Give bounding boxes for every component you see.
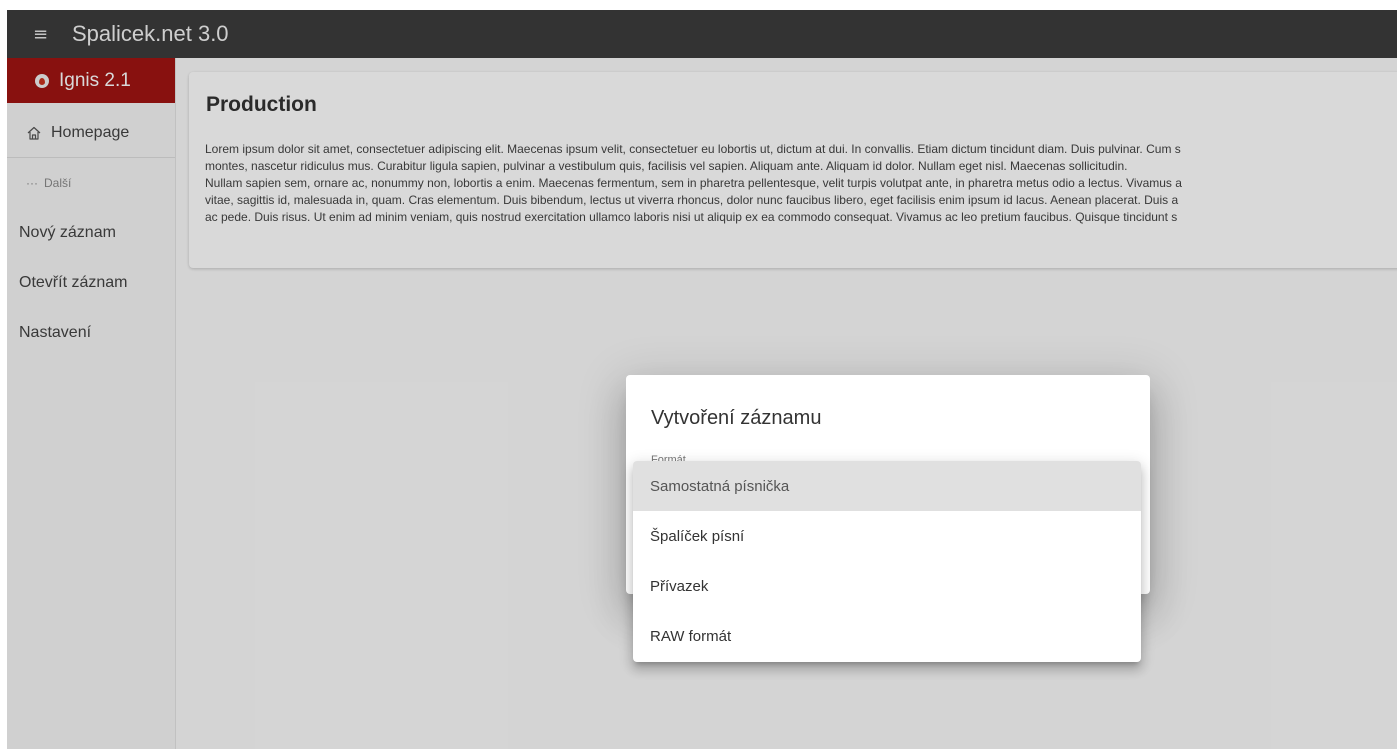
option-song-collection[interactable]: Špalíček písní: [633, 511, 1141, 561]
option-label: Špalíček písní: [650, 527, 745, 545]
option-attachment[interactable]: Přívazek: [633, 561, 1141, 611]
option-label: Samostatná písnička: [650, 477, 790, 495]
dialog-title: Vytvoření záznamu: [651, 407, 822, 429]
option-standalone-song[interactable]: Samostatná písnička: [633, 461, 1141, 511]
app-window: ≡ Spalicek.net 3.0 Ignis 2.1 Homepage ··…: [7, 10, 1397, 749]
option-raw-format[interactable]: RAW formát: [633, 611, 1141, 661]
format-dropdown: Samostatná písnička Špalíček písní Příva…: [633, 461, 1141, 662]
option-label: Přívazek: [650, 577, 709, 595]
option-label: RAW formát: [650, 627, 732, 645]
